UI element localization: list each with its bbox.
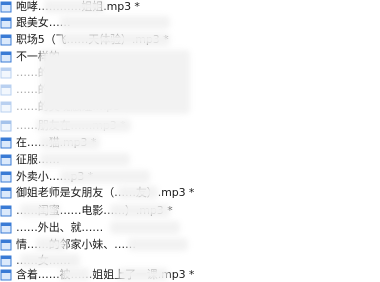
file-name: 含着……被……姐姐上了一课.mp3 * <box>16 268 195 281</box>
list-item[interactable]: 职场5（飞……天体验）.mp3 * <box>0 33 169 47</box>
audio-file-icon <box>0 67 12 79</box>
list-item[interactable]: ……的女同桌的…… <box>0 66 114 80</box>
list-item[interactable]: ……外出、就…… <box>0 221 103 235</box>
audio-file-icon <box>0 205 12 217</box>
blur-mask <box>60 16 170 29</box>
file-name: ……外出、就…… <box>16 221 104 234</box>
file-name: 不一样的…… <box>16 50 82 63</box>
file-name: 外卖小……p3 * <box>16 170 94 183</box>
list-item[interactable]: 外卖小……p3 * <box>0 170 93 184</box>
audio-file-icon <box>0 222 12 234</box>
audio-file-icon <box>0 1 12 13</box>
file-name: 咆哮…………姐姐.mp3 * <box>16 0 140 13</box>
audio-file-icon <box>0 154 12 166</box>
list-item[interactable]: ……女…… <box>0 254 71 268</box>
file-name: 职场5（飞……天体验）.mp3 * <box>16 33 169 46</box>
file-list: 咆哮…………姐姐.mp3 * 跟美女…… 职场5（飞……天体验）.mp3 * 不… <box>0 0 380 282</box>
file-name: 征服…… <box>16 153 60 166</box>
audio-file-icon <box>0 84 12 96</box>
audio-file-icon <box>0 239 12 251</box>
list-item[interactable]: ……的…… <box>0 83 71 97</box>
file-name: ……闺蜜……电影……）.mp3 * <box>16 204 173 217</box>
audio-file-icon <box>0 137 12 149</box>
list-item[interactable]: 咆哮…………姐姐.mp3 * <box>0 0 140 14</box>
list-item[interactable]: 御姐老师是女朋友（……友）.mp3 * <box>0 186 194 200</box>
file-name: 在……猫.mp3 * <box>16 136 97 149</box>
audio-file-icon <box>0 255 12 267</box>
list-item[interactable]: ……朋友在……mp3 * <box>0 119 126 133</box>
list-item[interactable]: ……的灵魂触碰.mp3 * <box>0 100 129 114</box>
file-name: 跟美女…… <box>16 16 71 29</box>
blur-mask <box>110 221 180 234</box>
blur-mask <box>128 238 188 251</box>
list-item[interactable]: 含着……被……姐姐上了一课.mp3 * <box>0 268 194 282</box>
audio-file-icon <box>0 171 12 183</box>
audio-file-icon <box>0 187 12 199</box>
file-name: ……的…… <box>16 83 71 96</box>
audio-file-icon <box>0 51 12 63</box>
audio-file-icon <box>0 269 12 281</box>
file-name: ……的女同桌的…… <box>16 66 115 79</box>
file-name: ……女…… <box>16 254 71 267</box>
file-name: 御姐老师是女朋友（……友）.mp3 * <box>16 186 195 199</box>
list-item[interactable]: ……闺蜜……电影……）.mp3 * <box>0 204 173 218</box>
file-name: 情……的邻家小妹、…… <box>16 238 136 251</box>
audio-file-icon <box>0 101 12 113</box>
file-name: ……的灵魂触碰.mp3 * <box>16 100 129 113</box>
audio-file-icon <box>0 17 12 29</box>
list-item[interactable]: 征服…… <box>0 153 60 167</box>
audio-file-icon <box>0 34 12 46</box>
list-item[interactable]: 情……的邻家小妹、…… <box>0 238 136 252</box>
list-item[interactable]: 跟美女…… <box>0 16 71 30</box>
list-item[interactable]: 在……猫.mp3 * <box>0 136 96 150</box>
file-name: ……朋友在……mp3 * <box>16 119 126 132</box>
list-item[interactable]: 不一样的…… <box>0 50 82 64</box>
audio-file-icon <box>0 120 12 132</box>
